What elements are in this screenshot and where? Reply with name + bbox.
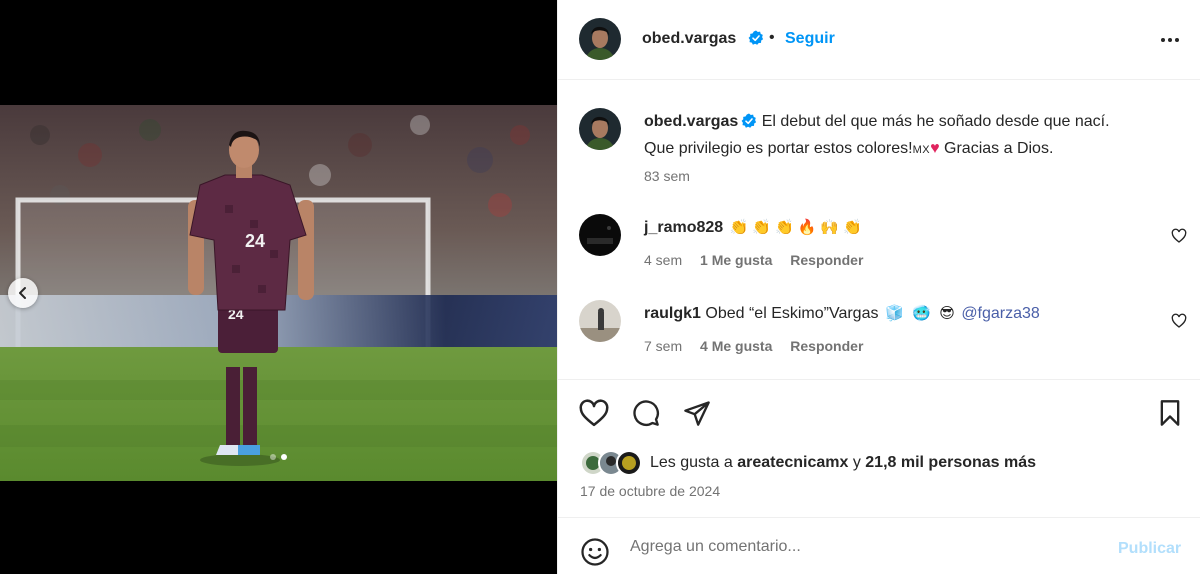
comment-likes[interactable]: 1 Me gusta	[700, 252, 772, 268]
share-button[interactable]	[682, 399, 712, 432]
svg-text:24: 24	[245, 231, 265, 251]
likes-prefix: Les gusta a	[650, 454, 733, 471]
avatar[interactable]	[579, 300, 621, 342]
mexico-flag-label: MX	[912, 144, 931, 156]
comment-like-button[interactable]	[1171, 228, 1187, 249]
caption-meta: 83 sem	[644, 168, 704, 184]
separator-dot: •	[769, 29, 775, 46]
heart-icon	[1171, 313, 1187, 328]
comment-username[interactable]: j_ramo828	[644, 219, 723, 236]
comment-time[interactable]: 7 sem	[644, 338, 682, 354]
comment-meta: 4 sem 1 Me gusta Responder	[644, 252, 877, 268]
clapping-hands-icon: 👏	[843, 219, 862, 236]
caption-time[interactable]: 83 sem	[644, 168, 690, 184]
post-header: obed.vargas • Seguir	[558, 0, 1200, 80]
save-button[interactable]	[1157, 399, 1183, 432]
clapping-hands-icon: 👏	[775, 219, 794, 236]
carousel-indicator	[0, 454, 557, 460]
post-photo: 24 24	[0, 105, 557, 481]
post-side-panel: obed.vargas • Seguir obed.vargas El debu…	[557, 0, 1200, 574]
publish-button[interactable]: Publicar	[1118, 540, 1181, 558]
comments-section: obed.vargas El debut del que más he soña…	[558, 80, 1200, 380]
comment-like-button[interactable]	[1171, 313, 1187, 334]
avatar[interactable]	[579, 214, 621, 256]
avatar[interactable]	[579, 18, 621, 60]
carousel-prev-button[interactable]	[8, 278, 38, 308]
post-date[interactable]: 17 de octubre de 2024	[580, 483, 720, 499]
follow-button[interactable]: Seguir	[785, 30, 835, 48]
post-author-username[interactable]: obed.vargas	[642, 30, 736, 48]
caption-line-1: El debut del que más he soñado desde que…	[761, 113, 1110, 130]
avatar[interactable]	[579, 108, 621, 150]
likes-connector: y	[852, 454, 861, 471]
comment-icon	[633, 400, 659, 426]
more-options-button[interactable]	[1158, 30, 1182, 50]
chevron-left-icon	[19, 287, 26, 299]
comment-meta: 7 sem 4 Me gusta Responder	[644, 338, 877, 354]
emoji-icon	[581, 538, 609, 566]
emoji-picker-button[interactable]	[580, 537, 610, 572]
likes-text: Les gusta a areatecnicamx y 21,8 mil per…	[650, 454, 1036, 472]
comment-username[interactable]: raulgk1	[644, 305, 701, 322]
comment-body: Obed “el Eskimo”Vargas	[705, 305, 879, 322]
clapping-hands-icon: 👏	[729, 219, 749, 236]
bookmark-icon	[1160, 400, 1180, 426]
red-heart-icon: ♥	[930, 140, 940, 157]
like-button[interactable]	[579, 399, 609, 432]
verified-badge-icon	[741, 113, 757, 137]
sunglasses-face-icon: 😎	[939, 305, 955, 322]
comment-time[interactable]: 4 sem	[644, 252, 682, 268]
caption-line-2: Que privilegio es portar estos colores!	[644, 140, 913, 157]
caption-text: obed.vargas El debut del que más he soña…	[644, 110, 1164, 162]
caption-line-2-end: Gracias a Dios.	[944, 140, 1054, 157]
more-options-icon	[1161, 38, 1179, 42]
post-actions: Les gusta a areatecnicamx y 21,8 mil per…	[558, 380, 1200, 518]
comment-text: raulgk1 Obed “el Eskimo”Vargas 🧊 🥶 😎 @fg…	[644, 302, 1164, 326]
share-icon	[684, 401, 710, 426]
verified-badge-icon	[748, 30, 764, 51]
likes-summary: Les gusta a areatecnicamx y 21,8 mil per…	[580, 450, 1180, 476]
ice-cube-icon: 🧊	[884, 305, 904, 322]
comment-likes[interactable]: 4 Me gusta	[700, 338, 772, 354]
comment-text: j_ramo828 👏 👏 👏 🔥 🙌 👏	[644, 216, 1164, 240]
clapping-hands-icon: 👏	[752, 219, 771, 236]
heart-icon	[579, 399, 609, 427]
comment-composer: Publicar	[558, 518, 1200, 574]
raising-hands-icon: 🙌	[820, 219, 840, 236]
avatar	[616, 450, 642, 476]
cold-face-icon: 🥶	[912, 305, 931, 322]
reply-button[interactable]: Responder	[790, 338, 863, 354]
carousel-dot	[270, 454, 276, 460]
comment-button[interactable]	[631, 399, 661, 432]
caption-username[interactable]: obed.vargas	[644, 113, 738, 130]
carousel-dot-active	[281, 454, 287, 460]
reply-button[interactable]: Responder	[790, 252, 863, 268]
likes-first-user[interactable]: areatecnicamx	[737, 454, 848, 471]
heart-icon	[1171, 228, 1187, 243]
likes-others[interactable]: 21,8 mil personas más	[865, 454, 1036, 471]
comment-input[interactable]	[630, 535, 1100, 559]
user-mention-link[interactable]: @fgarza38	[961, 305, 1040, 322]
football-player-photo: 24 24	[0, 105, 557, 481]
fire-icon: 🔥	[797, 219, 817, 236]
post-media: 24 24	[0, 0, 557, 574]
